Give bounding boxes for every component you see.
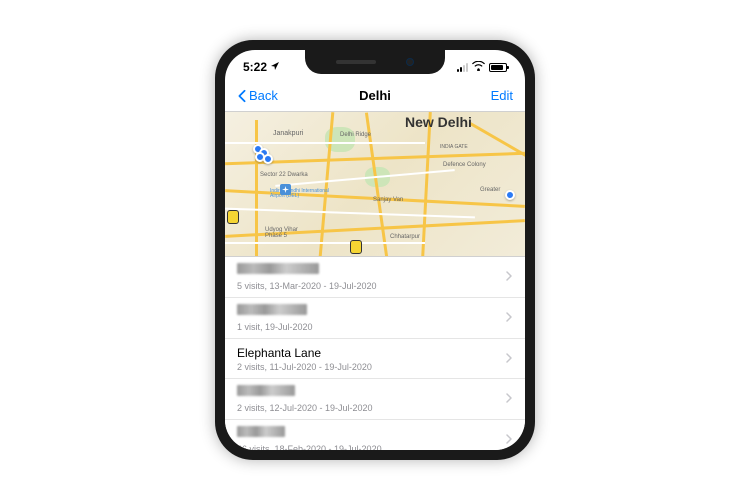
back-button[interactable]: Back — [237, 88, 278, 103]
chevron-right-icon — [505, 310, 513, 326]
list-item-content: 5 visits, 13-Mar-2020 - 19-Jul-2020 — [237, 263, 505, 291]
edit-button[interactable]: Edit — [491, 88, 513, 103]
list-item-title — [237, 385, 295, 396]
list-item[interactable]: 26 visits, 18-Feb-2020 - 19-Jul-2020 — [225, 420, 525, 450]
map-label: Sector 22 Dwarka — [260, 172, 308, 178]
map-label: Udyog Vihar Phase 5 — [265, 227, 315, 239]
front-camera — [406, 58, 414, 66]
back-label: Back — [249, 88, 278, 103]
location-pin-cluster[interactable] — [253, 144, 277, 168]
list-item-subtitle: 1 visit, 19-Jul-2020 — [237, 322, 505, 332]
map-label: Indira Gandhi International Airport (DEL… — [270, 189, 330, 199]
page-title: Delhi — [359, 88, 391, 103]
nav-bar: Back Delhi Edit — [225, 80, 525, 112]
list-item-subtitle: 5 visits, 13-Mar-2020 - 19-Jul-2020 — [237, 281, 505, 291]
list-item-content: 1 visit, 19-Jul-2020 — [237, 304, 505, 332]
list-item[interactable]: Elephanta Lane 2 visits, 11-Jul-2020 - 19… — [225, 339, 525, 379]
airport-icon — [280, 184, 291, 195]
map-view[interactable]: New Delhi Janakpuri Delhi Ridge INDIA GA… — [225, 112, 525, 257]
location-list[interactable]: 5 visits, 13-Mar-2020 - 19-Jul-2020 1 vis… — [225, 257, 525, 450]
wifi-icon — [472, 60, 485, 74]
list-item-title — [237, 304, 307, 315]
map-label: Delhi Ridge — [340, 132, 371, 138]
chevron-right-icon — [505, 391, 513, 407]
chevron-left-icon — [237, 89, 247, 103]
list-item-subtitle: 26 visits, 18-Feb-2020 - 19-Jul-2020 — [237, 444, 505, 450]
highway-shield-icon — [227, 210, 239, 224]
map-label: Janakpuri — [273, 130, 303, 137]
list-item-title — [237, 426, 285, 437]
map-label-newdelhi: New Delhi — [405, 114, 472, 130]
chevron-right-icon — [505, 351, 513, 367]
list-item-content: 2 visits, 12-Jul-2020 - 19-Jul-2020 — [237, 385, 505, 413]
list-item[interactable]: 1 visit, 19-Jul-2020 — [225, 298, 525, 339]
map-label: Defence Colony — [443, 162, 486, 168]
list-item-title: Elephanta Lane — [237, 346, 505, 360]
chevron-right-icon — [505, 269, 513, 285]
list-item[interactable]: 5 visits, 13-Mar-2020 - 19-Jul-2020 — [225, 257, 525, 298]
list-item-subtitle: 2 visits, 11-Jul-2020 - 19-Jul-2020 — [237, 362, 505, 372]
notch — [305, 50, 445, 74]
list-item-content: 26 visits, 18-Feb-2020 - 19-Jul-2020 — [237, 426, 505, 450]
location-arrow-icon — [270, 61, 280, 74]
speaker-grille — [336, 60, 376, 64]
chevron-right-icon — [505, 432, 513, 448]
list-item-content: Elephanta Lane 2 visits, 11-Jul-2020 - 19… — [237, 346, 505, 372]
phone-frame: 5:22 — [215, 40, 535, 460]
map-label: Sanjay Van — [373, 197, 403, 203]
map-label: INDIA GATE — [440, 144, 468, 150]
battery-icon — [489, 63, 507, 72]
screen: 5:22 — [225, 50, 525, 450]
signal-icon — [457, 62, 468, 72]
location-pin[interactable] — [505, 190, 515, 200]
highway-shield-icon — [350, 240, 362, 254]
map-label: Greater — [480, 187, 500, 193]
map-label: Chhatarpur — [390, 234, 420, 240]
list-item-subtitle: 2 visits, 12-Jul-2020 - 19-Jul-2020 — [237, 403, 505, 413]
list-item-title — [237, 263, 319, 274]
list-item[interactable]: 2 visits, 12-Jul-2020 - 19-Jul-2020 — [225, 379, 525, 420]
status-time: 5:22 — [243, 60, 267, 74]
